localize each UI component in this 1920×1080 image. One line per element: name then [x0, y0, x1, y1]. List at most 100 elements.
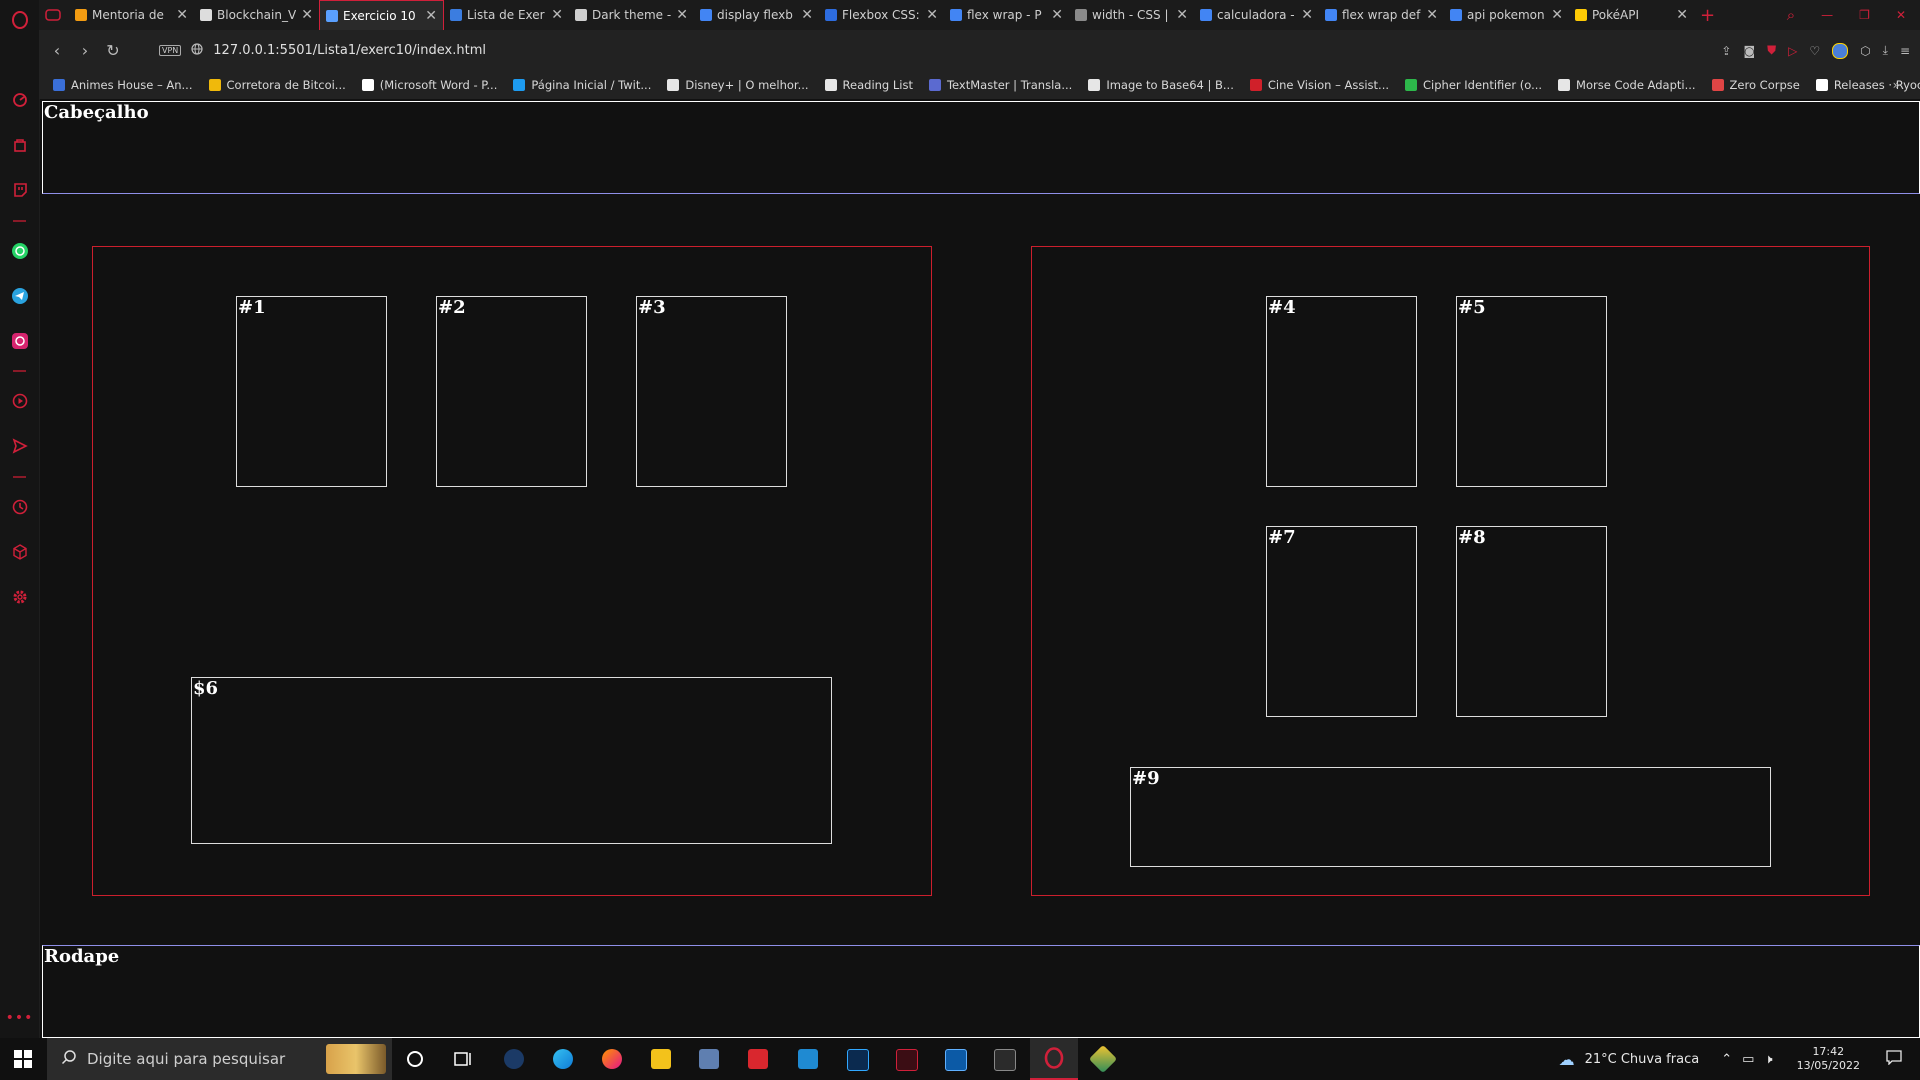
tab-close-icon[interactable]: ✕	[1426, 7, 1438, 23]
tab-favicon-icon	[1575, 9, 1587, 21]
bookmark-item[interactable]: Image to Base64 | B...	[1088, 78, 1234, 92]
edge-icon[interactable]	[553, 1049, 573, 1069]
tab-close-icon[interactable]: ✕	[176, 7, 188, 23]
adblock-shield-icon[interactable]: ⛊	[1767, 43, 1776, 58]
bookmark-item[interactable]: Página Inicial / Twit...	[513, 78, 651, 92]
bookmark-favicon-icon	[513, 79, 526, 91]
extensions-cube-icon[interactable]	[10, 542, 29, 561]
opera-taskbar-icon[interactable]	[1030, 1038, 1078, 1080]
new-tab-button[interactable]: +	[1694, 0, 1724, 30]
twitch-icon[interactable]	[10, 180, 29, 199]
bookmark-label: Releases · Ryochan7...	[1833, 78, 1920, 92]
bookmark-item[interactable]: Cine Vision – Assist...	[1249, 78, 1389, 92]
photoshop-icon[interactable]	[847, 1049, 869, 1071]
vpn-badge[interactable]: VPN	[159, 45, 182, 56]
shopping-bag-icon[interactable]	[10, 135, 29, 154]
tab-close-icon[interactable]: ✕	[551, 7, 563, 23]
bookmark-item[interactable]: (Microsoft Word - P...	[361, 78, 497, 92]
telegram-icon[interactable]	[10, 286, 29, 305]
tab-search-icon[interactable]: ⌕	[1787, 6, 1795, 24]
bookmarks-overflow-icon[interactable]: »	[1893, 78, 1900, 92]
more-icon[interactable]: •••	[6, 1008, 33, 1027]
forward-button[interactable]: ›	[71, 41, 99, 60]
tab-close-icon[interactable]: ✕	[1176, 7, 1188, 23]
browser-tab[interactable]: Blockchain_V ✕	[194, 0, 319, 30]
browser-tab[interactable]: Mentoria de ✕	[69, 0, 194, 30]
bookmark-item[interactable]: Cipher Identifier (o...	[1405, 78, 1542, 92]
reload-button[interactable]: ↻	[99, 41, 127, 60]
heart-icon[interactable]: ♡	[1809, 44, 1820, 58]
tab-close-icon[interactable]: ✕	[801, 7, 813, 23]
tab-close-icon[interactable]: ✕	[1301, 7, 1313, 23]
tab-close-icon[interactable]: ✕	[1551, 7, 1563, 23]
task-view-icon[interactable]	[454, 1050, 472, 1071]
browser-tab[interactable]: width - CSS | ✕	[1069, 0, 1194, 30]
clock[interactable]: 17:42 13/05/2022	[1797, 1045, 1860, 1073]
terminal-icon[interactable]	[994, 1049, 1016, 1071]
vivaldi-icon[interactable]	[896, 1049, 918, 1071]
network-icon[interactable]: ▭	[1742, 1052, 1754, 1067]
browser-tab[interactable]: Flexbox CSS: ✕	[819, 0, 944, 30]
restore-button[interactable]: ❐	[1859, 8, 1870, 22]
steam-icon[interactable]	[504, 1049, 524, 1069]
cortana-icon[interactable]	[406, 1050, 424, 1071]
browser-tab[interactable]: PokéAPI ✕	[1569, 0, 1694, 30]
browser-tab[interactable]: flex wrap - P ✕	[944, 0, 1069, 30]
bookmark-item[interactable]: Corretora de Bitcoi...	[208, 78, 346, 92]
taskbar-search-box[interactable]: Digite aqui para pesquisar	[47, 1038, 392, 1080]
app-installer-icon[interactable]	[699, 1049, 719, 1069]
whatsapp-icon[interactable]	[10, 241, 29, 260]
workspace-icon[interactable]	[39, 0, 69, 30]
speed-dial-icon[interactable]	[10, 90, 29, 109]
send-icon[interactable]	[10, 436, 29, 455]
bookmark-item[interactable]: Morse Code Adapti...	[1558, 78, 1696, 92]
bookmark-item[interactable]: Disney+ | O melhor...	[667, 78, 809, 92]
tab-close-icon[interactable]: ✕	[1676, 7, 1688, 23]
tab-close-icon[interactable]: ✕	[1051, 7, 1063, 23]
file-explorer-icon[interactable]	[651, 1049, 671, 1069]
close-window-button[interactable]: ✕	[1896, 8, 1906, 22]
minimize-button[interactable]: —	[1821, 8, 1833, 22]
visual-studio-icon[interactable]	[945, 1049, 967, 1071]
browser-tab[interactable]: calculadora - ✕	[1194, 0, 1319, 30]
history-icon[interactable]	[10, 497, 29, 516]
opera-logo-icon[interactable]	[10, 10, 29, 29]
box-8: #8	[1456, 526, 1607, 717]
tray-chevron-up-icon[interactable]: ⌃	[1721, 1052, 1732, 1067]
menu-icon[interactable]: ≡	[1900, 44, 1910, 58]
browser-tab[interactable]: Dark theme - ✕	[569, 0, 694, 30]
snapshot-camera-icon[interactable]: ◙	[1743, 44, 1755, 58]
download-icon[interactable]: ⤓	[1883, 43, 1888, 58]
browser-tab[interactable]: display flexb ✕	[694, 0, 819, 30]
volume-icon[interactable]: 🕨	[1764, 1052, 1772, 1067]
browser-tab[interactable]: Exercicio 10 ✕	[319, 0, 444, 30]
firefox-icon[interactable]	[602, 1049, 622, 1069]
back-button[interactable]: ‹	[43, 41, 71, 60]
share-icon[interactable]: ⇪	[1721, 44, 1731, 58]
bookmark-item[interactable]: Reading List	[824, 78, 913, 92]
bookmark-item[interactable]: Releases · Ryochan7...	[1815, 78, 1920, 92]
tab-close-icon[interactable]: ✕	[676, 7, 688, 23]
bookmark-item[interactable]: Zero Corpse	[1711, 78, 1800, 92]
mega-icon[interactable]	[748, 1049, 768, 1069]
browser-tab[interactable]: flex wrap def ✕	[1319, 0, 1444, 30]
instagram-icon[interactable]	[10, 331, 29, 350]
git-icon[interactable]	[1088, 1044, 1118, 1074]
tab-close-icon[interactable]: ✕	[425, 8, 437, 24]
tab-close-icon[interactable]: ✕	[926, 7, 938, 23]
windows-start-icon[interactable]	[14, 1050, 32, 1071]
browser-tab[interactable]: Lista de Exer ✕	[444, 0, 569, 30]
cube-icon[interactable]: ⬡	[1860, 44, 1870, 58]
weather-text[interactable]: 21°C Chuva fraca	[1585, 1052, 1700, 1067]
bookmark-item[interactable]: Animes House – An...	[53, 78, 193, 92]
extension-avatar-icon[interactable]	[1832, 42, 1849, 59]
flow-send-icon[interactable]: ▷	[1788, 44, 1797, 58]
vscode-icon[interactable]	[798, 1049, 818, 1069]
browser-tab[interactable]: api pokemon ✕	[1444, 0, 1569, 30]
url-field[interactable]: 127.0.0.1:5501/Lista1/exerc10/index.html	[213, 43, 486, 58]
settings-gear-icon[interactable]	[10, 587, 29, 606]
player-icon[interactable]	[10, 391, 29, 410]
tab-close-icon[interactable]: ✕	[301, 7, 313, 23]
notifications-icon[interactable]	[1886, 1049, 1902, 1069]
bookmark-item[interactable]: TextMaster | Transla...	[928, 78, 1072, 92]
